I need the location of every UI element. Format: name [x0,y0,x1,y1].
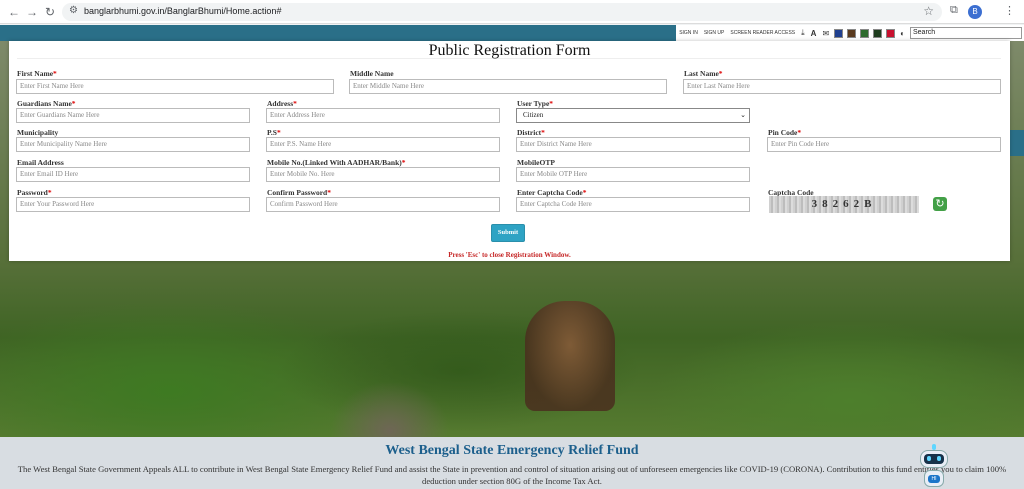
mobile-otp-label: MobileOTP [517,158,555,167]
refresh-captcha-icon[interactable]: ↻ [933,197,947,211]
chatbot-widget[interactable]: HI [912,444,956,489]
url-text[interactable]: banglarbhumi.gov.in/BanglarBhumi/Home.ac… [84,6,281,16]
user-type-select[interactable]: Citizen ⌄ [516,108,750,123]
address-label: Address* [267,99,297,108]
profile-avatar[interactable]: B [968,5,982,19]
screen-reader-link[interactable]: SCREEN READER ACCESS [727,30,798,36]
confirm-password-label: Confirm Password* [267,188,331,197]
chatbot-icon: HI [928,475,940,483]
confirm-password-input[interactable]: Confirm Password Here [266,197,500,212]
extensions-icon[interactable]: ⧉ [950,4,958,17]
guardian-name-input[interactable]: Enter Guardians Name Here [16,108,250,123]
mobile-otp-input[interactable]: Enter Mobile OTP Here [516,167,750,182]
middle-name-input[interactable]: Enter Middle Name Here [349,79,667,94]
font-size-icon[interactable]: A [808,29,820,38]
esc-close-note: Press 'Esc' to close Registration Window… [448,251,571,259]
mobile-input[interactable]: Enter Mobile No. Here [266,167,500,182]
theme-swatch-red[interactable] [886,28,896,38]
chevron-down-icon: ⌄ [740,111,746,119]
forward-icon[interactable]: → [24,4,40,20]
submit-button[interactable]: Submit [491,224,525,242]
municipality-input[interactable]: Enter Municipality Name Here [16,137,250,152]
download-icon[interactable]: ⤓ [798,28,808,38]
address-input[interactable]: Enter Address Here [266,108,500,123]
reload-icon[interactable]: ↻ [42,4,58,20]
mobile-label: Mobile No.(Linked With AADHAR/Bank)* [267,158,406,167]
captcha-image: 38262B [769,196,919,213]
municipality-label: Municipality [17,128,59,137]
user-type-label: User Type* [517,99,554,108]
contrast-icon[interactable]: ◐ [897,29,908,38]
theme-swatch-blue[interactable] [834,28,844,38]
back-icon[interactable]: ← [6,4,22,20]
captcha-input-label: Enter Captcha Code* [517,188,587,197]
relief-fund-banner: West Bengal State Emergency Relief Fund … [0,437,1024,489]
first-name-label: First Name* [17,69,57,78]
theme-swatch-green[interactable] [860,28,870,38]
relief-fund-title[interactable]: West Bengal State Emergency Relief Fund [0,443,1024,459]
password-input[interactable]: Enter Your Password Here [16,197,250,212]
bookmark-star-icon[interactable]: ☆ [923,4,934,18]
guardian-name-label: Guardians Name* [17,99,76,108]
pin-code-label: Pin Code* [768,128,802,137]
sign-in-link[interactable]: SIGN IN [676,30,701,36]
farmer-figure [525,301,615,411]
password-label: Password* [17,188,52,197]
registration-modal: Public Registration Form First Name* Ent… [9,41,1010,261]
theme-swatch-dark-green[interactable] [873,28,883,38]
browser-toolbar: ← → ↻ ⚙ banglarbhumi.gov.in/BanglarBhumi… [0,0,1024,24]
pin-code-input[interactable]: Enter Pin Code Here [767,137,1001,152]
site-info-icon[interactable]: ⚙ [69,5,78,16]
theme-swatch-brown[interactable] [847,28,857,38]
mail-icon[interactable]: ✉ [819,29,832,38]
last-name-label: Last Name* [684,69,723,78]
district-input[interactable]: Enter District Name Here [516,137,750,152]
browser-menu-icon[interactable]: ⋮ [1004,4,1015,17]
sign-up-link[interactable]: SIGN UP [701,30,728,36]
district-label: District* [517,128,545,137]
ps-input[interactable]: Enter P.S. Name Here [266,137,500,152]
modal-title: Public Registration Form [428,42,591,59]
first-name-input[interactable]: Enter First Name Here [16,79,334,94]
middle-name-label: Middle Name [350,69,394,78]
ps-label: P.S* [267,128,281,137]
accessibility-toolbar: SIGN IN SIGN UP SCREEN READER ACCESS ⤓ A… [676,25,1024,41]
search-select[interactable]: Search [910,27,1022,39]
email-label: Email Address [17,158,64,167]
email-input[interactable]: Enter Email ID Here [16,167,250,182]
last-name-input[interactable]: Enter Last Name Here [683,79,1001,94]
relief-fund-text: The West Bengal State Government Appeals… [17,464,1007,486]
address-bar[interactable]: ⚙ banglarbhumi.gov.in/BanglarBhumi/Home.… [62,3,942,21]
captcha-input[interactable]: Enter Captcha Code Here [516,197,750,212]
